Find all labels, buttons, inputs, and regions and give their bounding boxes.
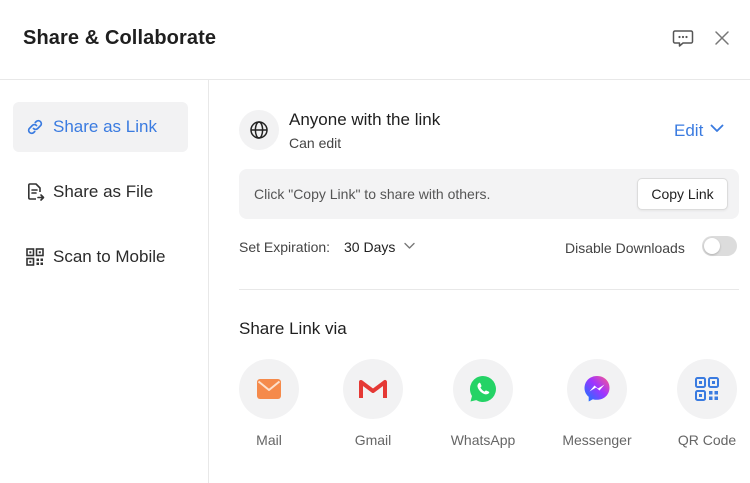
- share-link-panel: Anyone with the link Can edit Edit Click…: [209, 80, 750, 483]
- toggle-knob: [704, 238, 720, 254]
- copy-hint: Click "Copy Link" to share with others.: [254, 186, 491, 202]
- sidebar-item-share-as-file[interactable]: Share as File: [13, 167, 188, 217]
- share-option-label: Gmail: [354, 432, 392, 448]
- expiration-label: Set Expiration:: [239, 239, 331, 255]
- qr-code-icon: [677, 359, 737, 419]
- close-icon[interactable]: [710, 26, 734, 50]
- dialog-header: Share & Collaborate: [0, 0, 750, 80]
- expiration-value: 30 Days: [344, 239, 396, 255]
- share-via-title: Share Link via: [239, 319, 347, 338]
- share-option-label: Mail: [256, 432, 282, 448]
- messenger-icon: [567, 359, 627, 419]
- share-via-whatsapp[interactable]: WhatsApp: [433, 359, 533, 448]
- share-via-messenger[interactable]: Messenger: [547, 359, 647, 448]
- sidebar-item-label: Scan to Mobile: [53, 247, 166, 266]
- share-option-label: QR Code: [677, 432, 737, 448]
- globe-icon: [239, 110, 279, 150]
- disable-downloads-toggle[interactable]: [702, 236, 737, 256]
- sidebar-item-label: Share as File: [53, 182, 154, 201]
- access-permission: Can edit: [289, 135, 342, 151]
- whatsapp-icon: [453, 359, 513, 419]
- chevron-down-icon: [403, 239, 416, 255]
- share-option-label: WhatsApp: [450, 432, 516, 448]
- qr-code-icon: [25, 247, 45, 267]
- chevron-down-icon: [709, 120, 725, 141]
- share-via-mail[interactable]: Mail: [219, 359, 319, 448]
- gmail-icon: [343, 359, 403, 419]
- mail-icon: [239, 359, 299, 419]
- sidebar: Share as Link Share as File Scan to Mobi…: [0, 80, 209, 483]
- edit-permission-dropdown[interactable]: Edit: [674, 120, 725, 141]
- access-scope: Anyone with the link: [289, 110, 441, 129]
- disable-downloads-label: Disable Downloads: [565, 240, 685, 256]
- sidebar-item-scan-to-mobile[interactable]: Scan to Mobile: [13, 232, 188, 282]
- share-via-gmail[interactable]: Gmail: [323, 359, 423, 448]
- sidebar-item-share-as-link[interactable]: Share as Link: [13, 102, 188, 152]
- feedback-icon[interactable]: [671, 26, 695, 50]
- file-share-icon: [25, 182, 45, 202]
- edit-label: Edit: [674, 120, 704, 140]
- divider: [239, 289, 739, 290]
- share-option-label: Messenger: [562, 432, 632, 448]
- sidebar-item-label: Share as Link: [53, 117, 157, 136]
- share-via-qr-code[interactable]: QR Code: [657, 359, 750, 448]
- copy-link-button[interactable]: Copy Link: [637, 178, 728, 210]
- dialog-title: Share & Collaborate: [23, 27, 217, 49]
- copy-link-bar: Click "Copy Link" to share with others. …: [239, 169, 739, 219]
- link-icon: [25, 117, 45, 137]
- expiration-dropdown[interactable]: 30 Days: [344, 239, 416, 255]
